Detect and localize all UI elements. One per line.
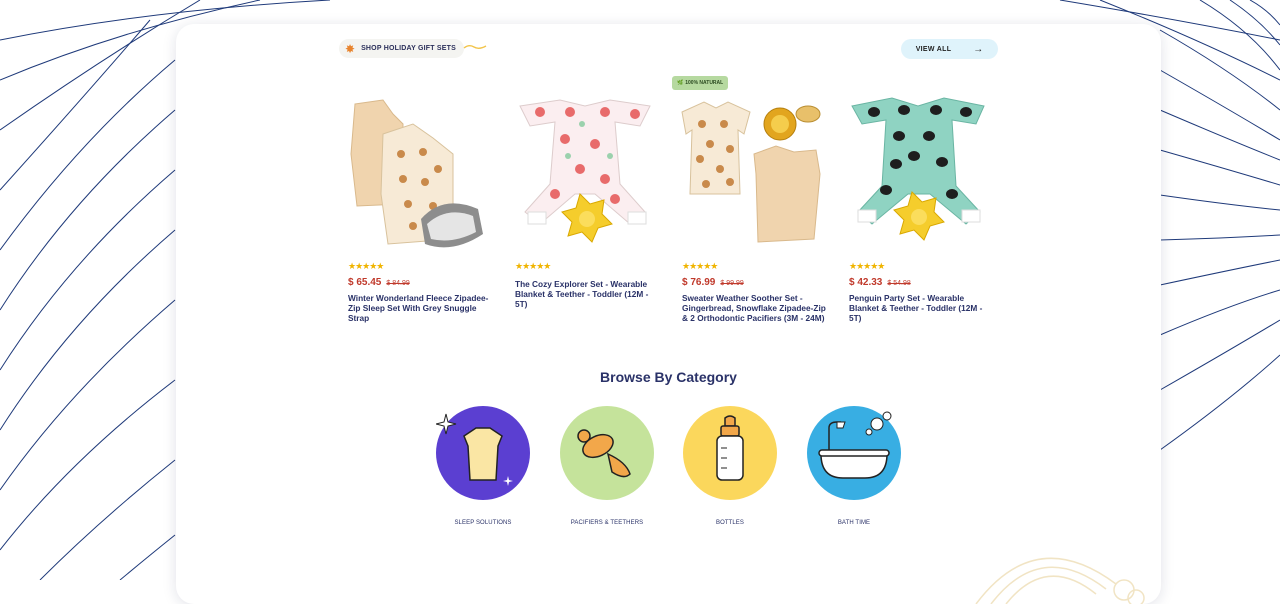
squiggle-decoration: [463, 45, 487, 49]
leaf-icon: 🌿: [677, 80, 684, 86]
category-label: SLEEP SOLUTIONS: [454, 520, 512, 526]
product-image[interactable]: [676, 94, 826, 249]
pacifier-icon[interactable]: [560, 406, 654, 500]
product-title[interactable]: Penguin Party Set - Wearable Blanket & T…: [849, 293, 994, 323]
category-pacifiers-teethers[interactable]: PACIFIERS & TEETHERS: [560, 406, 654, 526]
arrow-right-icon: →: [973, 43, 984, 55]
star-icon: ✸: [345, 41, 356, 56]
price-row: $ 65.45 $ 84.99: [348, 277, 410, 288]
category-sleep-solutions[interactable]: SLEEP SOLUTIONS: [435, 406, 530, 526]
product-title[interactable]: Winter Wonderland Fleece Zipadee-Zip Sle…: [348, 293, 493, 323]
rating-stars: ★★★★★: [515, 261, 551, 271]
sale-price: $ 76.99: [682, 277, 716, 288]
rainbow-decoration: [975, 557, 1145, 604]
rating-stars: ★★★★★: [348, 261, 384, 271]
product-image[interactable]: [343, 94, 493, 249]
content-panel: ✸ SHOP HOLIDAY GIFT SETS VIEW ALL → 🌿 10…: [176, 24, 1161, 604]
natural-badge-label: 100% NATURAL: [685, 80, 724, 86]
natural-badge: 🌿 100% NATURAL: [672, 76, 729, 90]
rating-stars: ★★★★★: [682, 261, 718, 271]
rating-stars: ★★★★★: [849, 261, 885, 271]
category-label: BOTTLES: [715, 520, 745, 526]
original-price: $ 54.98: [887, 280, 911, 287]
view-all-label: VIEW ALL: [915, 45, 952, 53]
section-label: SHOP HOLIDAY GIFT SETS: [361, 45, 456, 52]
category-bath-time[interactable]: BATH TIME: [807, 406, 901, 526]
original-price: $ 99.99: [720, 280, 744, 287]
sale-price: $ 65.45: [348, 277, 382, 288]
product-image[interactable]: [844, 94, 994, 249]
product-card[interactable]: [676, 94, 826, 249]
product-card[interactable]: [343, 94, 493, 249]
original-price: $ 84.99: [386, 280, 410, 287]
product-title[interactable]: Sweater Weather Soother Set - Gingerbrea…: [682, 293, 827, 323]
product-card[interactable]: [844, 94, 994, 249]
sale-price: $ 42.33: [849, 277, 883, 288]
category-label: BATH TIME: [837, 520, 871, 526]
product-card[interactable]: [510, 94, 660, 249]
view-all-button[interactable]: VIEW ALL →: [901, 39, 998, 59]
bathtub-icon[interactable]: [807, 406, 901, 500]
price-row: $ 42.33 $ 54.98: [849, 277, 911, 288]
category-bottles[interactable]: BOTTLES: [683, 406, 777, 526]
price-row: $ 76.99 $ 99.99: [682, 277, 744, 288]
product-image[interactable]: [510, 94, 660, 249]
baby-bottle-icon[interactable]: [683, 406, 777, 500]
product-title[interactable]: The Cozy Explorer Set - Wearable Blanket…: [515, 279, 660, 309]
sleep-sack-icon[interactable]: [435, 406, 530, 500]
browse-by-category-title: Browse By Category: [600, 369, 737, 385]
section-header: ✸ SHOP HOLIDAY GIFT SETS: [339, 39, 464, 58]
